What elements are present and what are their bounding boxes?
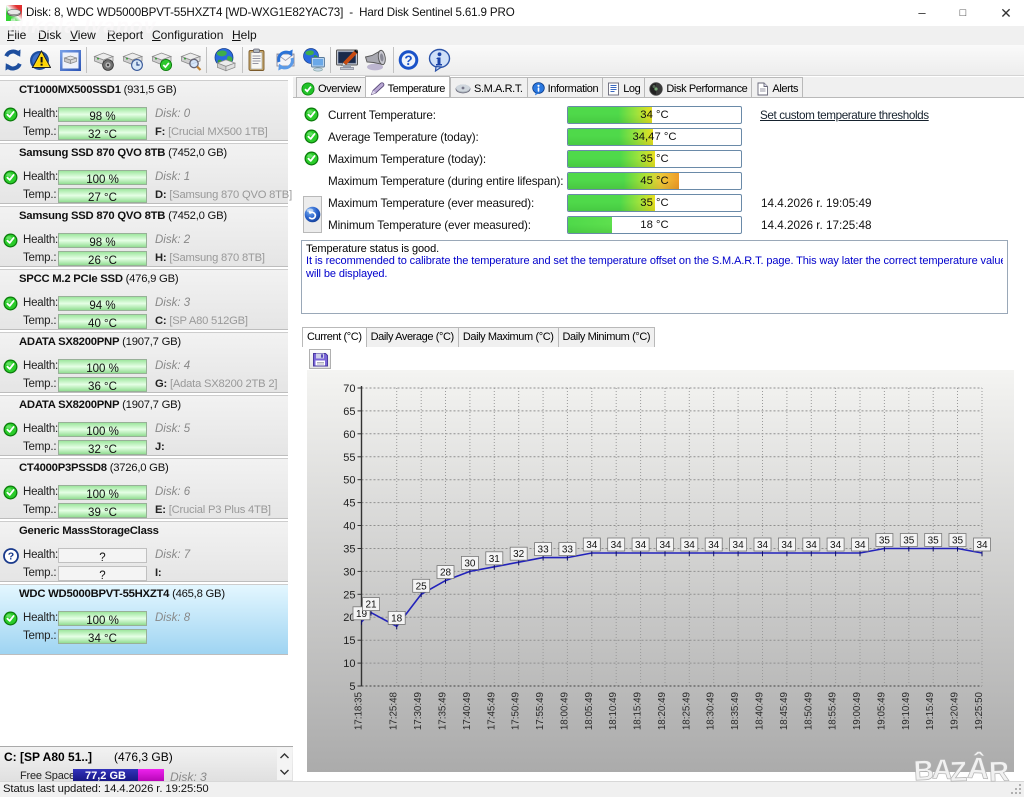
svg-text:35: 35 xyxy=(879,536,891,547)
svg-text:32: 32 xyxy=(513,549,525,560)
svg-text:19:00:49: 19:00:49 xyxy=(852,692,863,730)
svg-text:25: 25 xyxy=(343,589,355,601)
svg-text:18:00:49: 18:00:49 xyxy=(559,692,570,730)
svg-text:Â: Â xyxy=(966,751,989,786)
svg-text:18:40:49: 18:40:49 xyxy=(755,692,766,730)
svg-text:18:35:49: 18:35:49 xyxy=(730,692,741,730)
svg-text:30: 30 xyxy=(464,558,476,569)
svg-text:17:30:49: 17:30:49 xyxy=(413,692,424,730)
svg-text:34: 34 xyxy=(684,540,696,551)
svg-text:34: 34 xyxy=(830,540,842,551)
svg-text:19:15:49: 19:15:49 xyxy=(925,692,936,730)
svg-text:18:30:49: 18:30:49 xyxy=(706,692,717,730)
svg-text:40: 40 xyxy=(343,521,355,533)
svg-text:35: 35 xyxy=(928,536,940,547)
svg-text:15: 15 xyxy=(343,635,355,647)
svg-text:65: 65 xyxy=(343,406,355,418)
svg-text:35: 35 xyxy=(343,544,355,556)
svg-text:17:35:49: 17:35:49 xyxy=(438,692,449,730)
svg-text:28: 28 xyxy=(440,568,452,579)
svg-text:?: ? xyxy=(404,53,412,68)
svg-text:18:15:49: 18:15:49 xyxy=(633,692,644,730)
svg-text:17:40:49: 17:40:49 xyxy=(462,692,473,730)
svg-text:34: 34 xyxy=(611,540,623,551)
svg-text:34: 34 xyxy=(854,540,866,551)
svg-text:34: 34 xyxy=(586,540,598,551)
svg-text:34: 34 xyxy=(806,540,818,551)
svg-text:18:50:49: 18:50:49 xyxy=(803,692,814,730)
svg-text:17:18:35: 17:18:35 xyxy=(354,691,365,730)
svg-text:35: 35 xyxy=(903,536,915,547)
svg-text:17:55:49: 17:55:49 xyxy=(535,692,546,730)
svg-text:19:25:50: 19:25:50 xyxy=(974,691,985,730)
svg-text:55: 55 xyxy=(343,452,355,464)
svg-text:70: 70 xyxy=(343,383,355,395)
svg-text:60: 60 xyxy=(343,429,355,441)
svg-text:17:25:48: 17:25:48 xyxy=(389,691,400,730)
svg-text:45: 45 xyxy=(343,498,355,510)
svg-text:18:55:49: 18:55:49 xyxy=(828,692,839,730)
svg-text:34: 34 xyxy=(757,540,769,551)
svg-text:31: 31 xyxy=(489,554,501,565)
svg-text:17:45:49: 17:45:49 xyxy=(486,692,497,730)
svg-text:50: 50 xyxy=(343,475,355,487)
svg-text:10: 10 xyxy=(343,658,355,670)
svg-text:19:20:49: 19:20:49 xyxy=(950,692,961,730)
svg-text:34: 34 xyxy=(781,540,793,551)
svg-text:35: 35 xyxy=(952,536,964,547)
svg-text:18:45:49: 18:45:49 xyxy=(779,692,790,730)
svg-text:19:05:49: 19:05:49 xyxy=(876,692,887,730)
svg-text:18:05:49: 18:05:49 xyxy=(584,692,595,730)
svg-text:18:10:49: 18:10:49 xyxy=(608,692,619,730)
svg-text:R: R xyxy=(988,756,1009,788)
svg-text:Z: Z xyxy=(949,756,967,788)
svg-text:5: 5 xyxy=(349,681,355,693)
svg-text:17:50:49: 17:50:49 xyxy=(511,692,522,730)
svg-text:18:25:49: 18:25:49 xyxy=(681,692,692,730)
svg-text:34: 34 xyxy=(659,540,671,551)
svg-text:33: 33 xyxy=(562,545,574,556)
svg-text:33: 33 xyxy=(538,545,550,556)
svg-text:34: 34 xyxy=(635,540,647,551)
svg-text:25: 25 xyxy=(416,581,428,592)
svg-text:34: 34 xyxy=(733,540,745,551)
svg-text:21: 21 xyxy=(365,600,377,611)
svg-text:30: 30 xyxy=(343,566,355,578)
svg-text:18: 18 xyxy=(391,613,403,624)
svg-text:19:10:49: 19:10:49 xyxy=(901,692,912,730)
svg-text:34: 34 xyxy=(708,540,720,551)
svg-text:34: 34 xyxy=(976,540,988,551)
svg-text:18:20:49: 18:20:49 xyxy=(657,692,668,730)
